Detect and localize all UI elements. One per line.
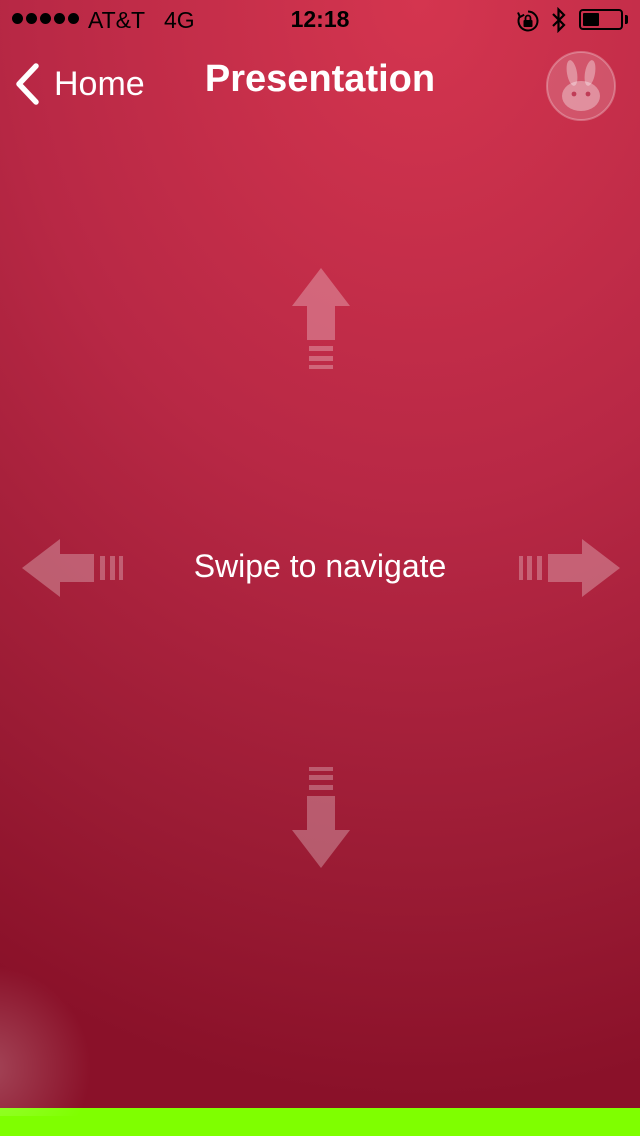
page-title: Presentation xyxy=(204,58,436,100)
status-bar: AT&T 4G 12:18 xyxy=(0,0,640,40)
bluetooth-icon xyxy=(552,7,566,33)
battery-tip xyxy=(625,15,628,24)
battery-level-fill xyxy=(583,13,600,26)
arrow-right-icon xyxy=(519,539,620,597)
bunny-avatar-icon[interactable] xyxy=(545,50,617,122)
battery-icon xyxy=(579,9,623,30)
presentation-screen[interactable]: AT&T 4G 12:18 Home Presentation Swipe to… xyxy=(0,0,640,1136)
arrow-up-icon xyxy=(292,268,350,369)
status-time: 12:18 xyxy=(290,6,350,32)
arrow-down-icon xyxy=(292,767,350,868)
bottom-status-strip xyxy=(0,1108,640,1136)
orientation-lock-icon xyxy=(517,10,539,32)
